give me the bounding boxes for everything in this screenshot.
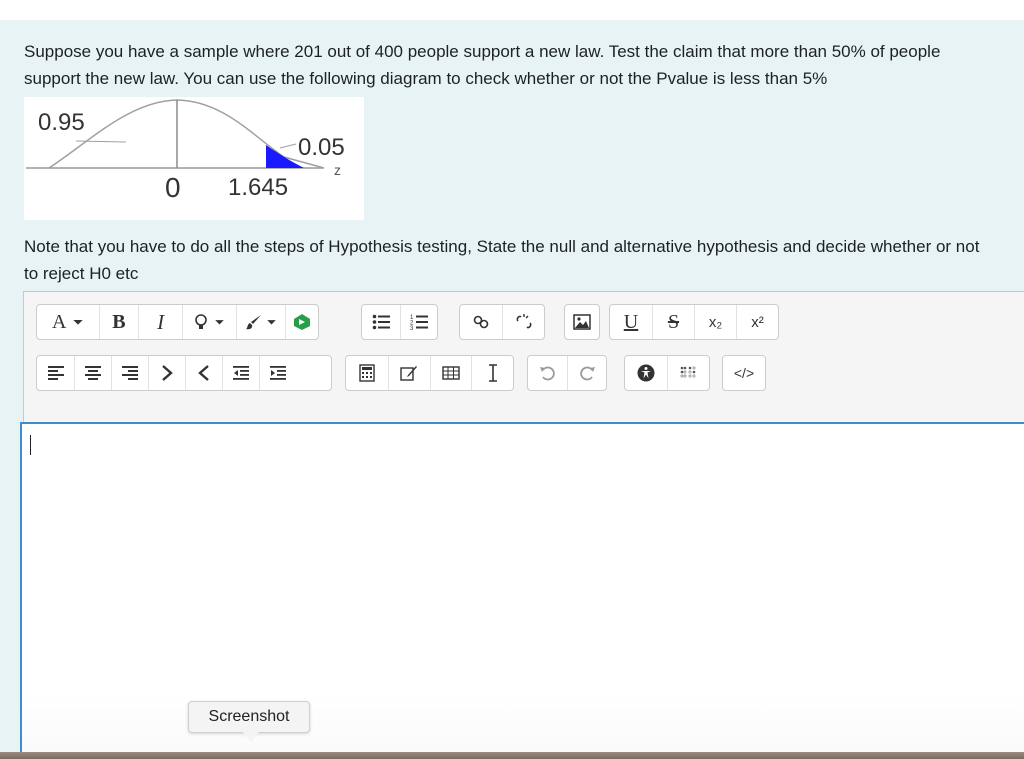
align-right-icon (122, 366, 138, 380)
unlink-button[interactable] (502, 305, 544, 339)
label-z: z (334, 162, 341, 178)
question-text: Suppose you have a sample where 201 out … (24, 42, 941, 88)
window-bottom-edge (0, 752, 1024, 759)
toolbar-group-format: A B I (36, 304, 319, 340)
paint-brush-dropdown-button[interactable] (235, 305, 286, 339)
list-ul-icon (372, 314, 390, 330)
label-zero: 0 (165, 172, 181, 203)
redo-button[interactable] (567, 356, 606, 390)
pointer-line-right (279, 143, 297, 149)
toolbar-group-alignment (36, 355, 332, 391)
align-left-button[interactable] (37, 356, 74, 390)
toolbar-group-lists: 123 (361, 304, 438, 340)
screenshot-tooltip: Screenshot (188, 701, 310, 733)
media-button[interactable] (285, 305, 318, 339)
undo-button[interactable] (528, 356, 567, 390)
subscript-button[interactable]: x₂ (694, 305, 736, 339)
svg-text:3: 3 (410, 326, 414, 331)
unordered-list-button[interactable] (362, 305, 400, 339)
indent-button[interactable] (259, 356, 296, 390)
italic-button[interactable]: I (138, 305, 182, 339)
link-icon (473, 315, 489, 329)
undo-icon (539, 366, 555, 381)
tooltip-arrow (243, 732, 259, 742)
editor-bottom-fade (22, 690, 1024, 752)
accessibility-icon (637, 364, 655, 382)
redo-icon (580, 366, 595, 381)
text-caret (30, 435, 31, 455)
image-button[interactable] (565, 305, 599, 339)
superscript-button[interactable]: x² (736, 305, 778, 339)
html-icon: </> (733, 365, 755, 381)
label-1645: 1.645 (228, 174, 288, 201)
lightbulb-icon (195, 314, 208, 329)
align-center-button[interactable] (74, 356, 111, 390)
label-005: 0.05 (298, 134, 345, 161)
clear-format-button[interactable] (471, 356, 513, 390)
rtl-button[interactable] (185, 356, 222, 390)
toolbar-group-history (527, 355, 607, 391)
edit-button[interactable] (387, 356, 430, 390)
ordered-list-button[interactable]: 123 (399, 305, 438, 339)
align-left-icon (47, 366, 64, 380)
toolbar-group-text-style: U S x₂ x² (609, 304, 779, 340)
font-style-label: A (52, 310, 67, 333)
underline-button[interactable]: U (610, 305, 652, 339)
font-style-dropdown-button[interactable]: A (37, 305, 99, 339)
ltr-button[interactable] (148, 356, 185, 390)
unlink-icon (516, 314, 531, 329)
outdent-icon (233, 366, 249, 380)
list-ol-icon: 123 (410, 315, 428, 331)
indent-icon (270, 366, 286, 380)
diagram-svg: 0.95 0.05 z 0 1.645 (26, 99, 345, 203)
chevron-down-icon (267, 320, 276, 325)
link-button[interactable] (460, 305, 502, 339)
html-button[interactable]: </> (723, 356, 765, 390)
h5p-icon (294, 314, 311, 330)
outdent-button[interactable] (222, 356, 259, 390)
braille-icon (680, 366, 695, 378)
equation-icon (359, 364, 375, 382)
toolbar-group-insert (345, 355, 514, 391)
chevron-down-icon (215, 320, 225, 325)
equation-button[interactable] (346, 356, 388, 390)
bold-button[interactable]: B (98, 305, 139, 339)
lightbulb-dropdown-button[interactable] (181, 305, 236, 339)
screenreader-helper-button[interactable] (667, 356, 709, 390)
rtl-icon (198, 365, 209, 381)
toolbar-group-links (459, 304, 545, 340)
normal-distribution-diagram: 0.95 0.05 z 0 1.645 (24, 97, 364, 220)
align-right-button[interactable] (111, 356, 148, 390)
clear-format-icon (488, 364, 497, 382)
ltr-icon (162, 365, 173, 381)
toolbar-group-image (564, 304, 600, 340)
toolbar-group-html: </> (722, 355, 766, 391)
accessibility-checker-button[interactable] (625, 356, 667, 390)
table-icon (442, 366, 460, 380)
toolbar-group-accessibility (624, 355, 710, 391)
image-icon (573, 314, 591, 330)
strikethrough-button[interactable]: S (652, 305, 694, 339)
paint-brush-icon (245, 315, 261, 330)
edit-icon (400, 366, 418, 381)
align-center-icon (85, 366, 101, 380)
table-button[interactable] (429, 356, 472, 390)
pointer-line-left (75, 140, 127, 143)
chevron-down-icon (72, 320, 83, 325)
note-text: Note that you have to do all the steps o… (24, 237, 980, 283)
label-095: 0.95 (38, 109, 85, 136)
